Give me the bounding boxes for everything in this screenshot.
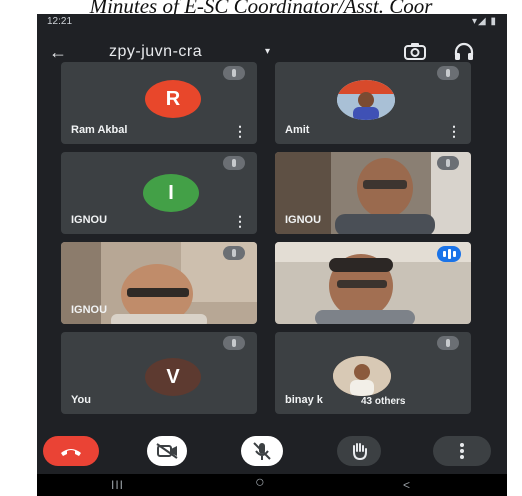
phone-screen: 12:21 ▾◢ ▮ ← zpy-juvn-cra ▾ R Ram Akbal …	[37, 14, 507, 496]
participant-name: IGNOU	[71, 214, 108, 226]
avatar: R	[145, 80, 201, 118]
system-status-icons: ▾◢ ▮	[472, 16, 497, 27]
participant-tile[interactable]: IGNOU	[61, 242, 257, 324]
more-options-button[interactable]	[433, 436, 491, 466]
camera-off-icon	[156, 443, 178, 459]
chevron-down-icon[interactable]: ▾	[265, 44, 270, 60]
participant-tile[interactable]: Amit ⋮	[275, 62, 471, 144]
mic-off-icon	[253, 442, 271, 460]
mic-muted-icon	[223, 156, 245, 170]
mic-muted-icon	[437, 336, 459, 350]
home-button[interactable]: ○	[255, 475, 265, 491]
more-vert-icon	[460, 443, 464, 459]
mic-muted-icon	[223, 246, 245, 260]
participant-tile[interactable]: IGNOU	[275, 152, 471, 234]
android-nav-bar: III ○ <	[37, 474, 507, 496]
others-count-badge[interactable]: 43 others	[361, 396, 405, 408]
switch-camera-icon[interactable]	[403, 42, 427, 62]
mic-toggle-button[interactable]	[241, 436, 283, 466]
raise-hand-button[interactable]	[337, 436, 381, 466]
clock: 12:21	[47, 16, 73, 27]
participant-name: binay k	[285, 394, 323, 406]
camera-toggle-button[interactable]	[147, 436, 187, 466]
avatar: I	[143, 174, 199, 212]
mic-muted-icon	[437, 66, 459, 80]
participant-tile[interactable]: binay k 43 others	[275, 332, 471, 414]
recent-apps-button[interactable]: III	[111, 478, 124, 492]
participant-name: IGNOU	[285, 214, 322, 226]
mic-muted-icon	[223, 336, 245, 350]
participant-tile[interactable]	[275, 242, 471, 324]
back-button[interactable]: <	[403, 478, 410, 492]
participant-tile[interactable]: I IGNOU ⋮	[61, 152, 257, 234]
participant-name: Amit	[285, 124, 310, 136]
more-vert-icon[interactable]: ⋮	[233, 214, 247, 228]
participant-name: Ram Akbal	[71, 124, 128, 136]
participant-tile[interactable]: V You	[61, 332, 257, 414]
raise-hand-icon	[353, 443, 367, 461]
audio-output-icon[interactable]	[453, 42, 475, 62]
mic-muted-icon	[223, 66, 245, 80]
status-bar: 12:21 ▾◢ ▮	[37, 14, 507, 30]
more-vert-icon[interactable]: ⋮	[233, 124, 247, 138]
call-controls	[37, 430, 507, 476]
avatar	[337, 80, 395, 120]
participant-name: IGNOU	[71, 304, 108, 316]
end-call-icon	[61, 449, 81, 456]
more-vert-icon[interactable]: ⋮	[447, 124, 461, 138]
meeting-code[interactable]: zpy-juvn-cra	[109, 42, 202, 62]
avatar: V	[145, 358, 201, 396]
participant-name: You	[71, 394, 91, 406]
back-arrow-icon[interactable]: ←	[49, 42, 67, 62]
participant-tile[interactable]: R Ram Akbal ⋮	[61, 62, 257, 144]
avatar	[333, 356, 391, 396]
mic-muted-icon	[437, 156, 459, 170]
speaking-indicator-icon	[437, 246, 461, 262]
leave-call-button[interactable]	[43, 436, 99, 466]
